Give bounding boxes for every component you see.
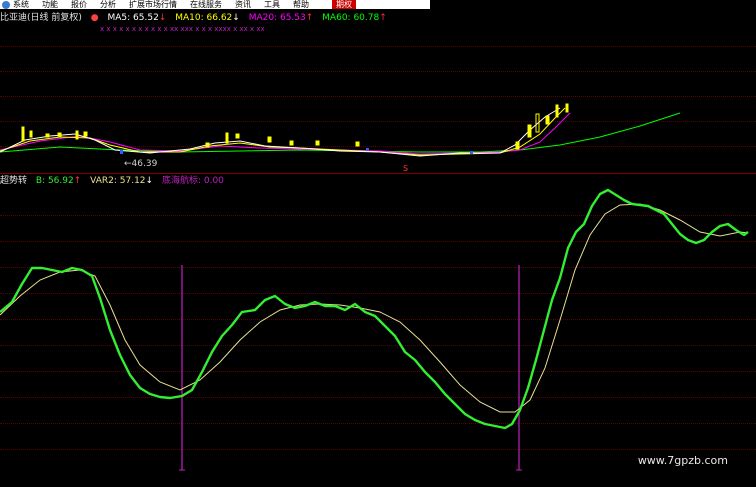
candle [565, 103, 569, 113]
candle [366, 148, 369, 151]
candle [29, 130, 33, 138]
candle [120, 150, 123, 154]
signal-marker-row: x x x x x x x x x x x xx xxx x x x xxxx … [100, 25, 265, 33]
candle [225, 132, 229, 144]
candle [57, 132, 62, 137]
candles [21, 103, 569, 150]
candle [267, 136, 272, 143]
ma60-line [0, 112, 681, 153]
candle [83, 131, 88, 137]
candle [470, 151, 473, 154]
candle [527, 124, 532, 138]
candle [315, 140, 320, 146]
candle [45, 133, 50, 138]
candle [545, 115, 550, 125]
candle [235, 133, 240, 139]
chart-canvas: x x x x x x x x x x x xx xxx x x x xxxx … [0, 25, 749, 471]
candle [515, 141, 520, 150]
candle [355, 141, 360, 147]
candle [205, 142, 210, 148]
candle [555, 104, 559, 118]
var2-line [0, 203, 749, 413]
s-signal-marker: S [403, 164, 408, 173]
candle [289, 140, 294, 146]
candle [75, 130, 79, 140]
candle [21, 126, 25, 142]
watermark: www.7gpzb.com [637, 454, 728, 467]
low-price-marker: ←46.39 [124, 159, 158, 169]
